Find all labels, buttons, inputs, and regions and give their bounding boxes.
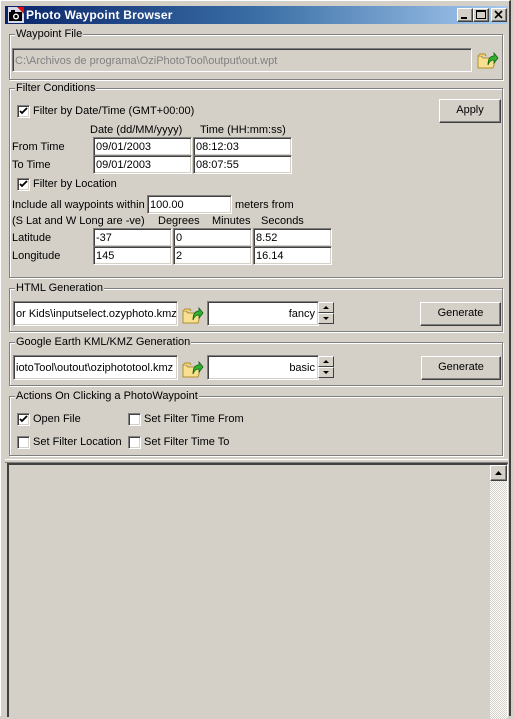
html-browse-folder-icon[interactable]	[181, 302, 205, 326]
waypoint-file-label: Waypoint File	[15, 27, 84, 41]
latitude-degrees-input[interactable]: -37	[93, 228, 172, 247]
distance-meters-input[interactable]: 100.00	[147, 195, 232, 214]
window-title: Photo Waypoint Browser	[26, 8, 173, 22]
kml-style-spinner[interactable]	[318, 356, 334, 379]
html-style-spinner[interactable]	[318, 302, 334, 325]
latitude-minutes-input[interactable]: 0	[173, 228, 252, 247]
from-time-input[interactable]: 08:12:03	[193, 137, 292, 156]
kml-output-path-input[interactable]: iotoTool\outout\oziphototool.kmz	[13, 355, 178, 380]
longitude-seconds-input[interactable]: 16.14	[253, 246, 332, 265]
apply-button[interactable]: Apply	[439, 99, 501, 123]
seconds-header: Seconds	[261, 215, 304, 227]
within-suffix-label: meters from	[235, 199, 294, 211]
filter-by-datetime-label: Filter by Date/Time (GMT+00:00)	[33, 105, 195, 117]
checkmark-icon	[19, 415, 28, 423]
set-filter-time-from-checkbox[interactable]	[128, 413, 141, 426]
html-style-spinbox[interactable]: fancy	[207, 301, 319, 326]
kml-browse-folder-icon[interactable]	[181, 356, 205, 380]
arrow-up-icon	[323, 360, 329, 363]
longitude-label: Longitude	[12, 250, 61, 262]
camera-icon	[8, 7, 24, 23]
kml-style-spinbox[interactable]: basic	[207, 355, 319, 380]
longitude-degrees-input[interactable]: 145	[93, 246, 172, 265]
title-bar[interactable]: Photo Waypoint Browser	[5, 6, 508, 24]
set-filter-location-checkbox[interactable]	[17, 436, 30, 449]
set-filter-time-from-label: Set Filter Time From	[144, 413, 244, 425]
filter-by-location-label: Filter by Location	[33, 178, 117, 190]
filter-by-datetime-checkbox[interactable]	[17, 105, 30, 118]
checkmark-icon	[19, 107, 28, 115]
latitude-label: Latitude	[12, 232, 52, 244]
close-icon	[494, 10, 503, 19]
longitude-minutes-input[interactable]: 2	[173, 246, 252, 265]
degrees-header: Degrees	[158, 215, 200, 227]
kml-generate-button[interactable]: Generate	[421, 356, 501, 380]
maximize-button[interactable]	[473, 8, 489, 22]
set-filter-time-to-label: Set Filter Time To	[144, 436, 230, 448]
scroll-up-button[interactable]	[490, 465, 507, 481]
spin-down-button[interactable]	[318, 313, 334, 324]
from-date-input[interactable]: 09/01/2003	[93, 137, 192, 156]
spin-up-button[interactable]	[318, 356, 334, 367]
html-generate-button[interactable]: Generate	[420, 302, 501, 326]
time-column-header: Time (HH:mm:ss)	[200, 124, 286, 136]
arrow-down-icon	[323, 317, 329, 320]
arrow-down-icon	[323, 371, 329, 374]
close-button[interactable]	[491, 8, 507, 22]
open-file-label: Open File	[33, 413, 81, 425]
spin-down-button[interactable]	[318, 367, 334, 378]
html-output-path-input[interactable]: or Kids\inputselect.ozyphoto.kmz	[13, 301, 178, 326]
to-date-input[interactable]: 09/01/2003	[93, 155, 192, 174]
set-filter-time-to-checkbox[interactable]	[128, 436, 141, 449]
spin-up-button[interactable]	[318, 302, 334, 313]
waypoint-file-browse-folder-icon[interactable]	[476, 47, 500, 71]
filter-conditions-label: Filter Conditions	[15, 81, 97, 95]
waypoint-file-path-input[interactable]: C:\Archivos de programa\OziPhotoTool\out…	[12, 48, 472, 72]
kml-generation-label: Google Earth KML/KMZ Generation	[15, 335, 192, 349]
filter-by-location-checkbox[interactable]	[17, 178, 30, 191]
actions-label: Actions On Clicking a PhotoWaypoint	[15, 389, 199, 403]
from-time-label: From Time	[12, 141, 65, 153]
date-column-header: Date (dd/MM/yyyy)	[90, 124, 183, 136]
to-time-input[interactable]: 08:07:55	[193, 155, 292, 174]
open-file-checkbox[interactable]	[17, 413, 30, 426]
checkmark-icon	[19, 180, 28, 188]
photo-waypoint-browser-window: Photo Waypoint Browser Waypoint File C:\…	[0, 0, 511, 719]
within-prefix-label: Include all waypoints within	[12, 199, 145, 211]
minimize-icon	[461, 17, 467, 19]
minutes-header: Minutes	[212, 215, 251, 227]
sign-note-label: (S Lat and W Long are -ve)	[12, 215, 145, 227]
html-generation-label: HTML Generation	[15, 281, 105, 295]
arrow-up-icon	[495, 471, 502, 475]
maximize-icon	[476, 10, 486, 19]
photo-waypoint-list-pane[interactable]	[7, 463, 508, 719]
set-filter-location-label: Set Filter Location	[33, 436, 122, 448]
vertical-scrollbar[interactable]	[490, 465, 507, 719]
minimize-button[interactable]	[457, 8, 473, 22]
to-time-label: To Time	[12, 159, 51, 171]
latitude-seconds-input[interactable]: 8.52	[253, 228, 332, 247]
arrow-up-icon	[323, 306, 329, 309]
